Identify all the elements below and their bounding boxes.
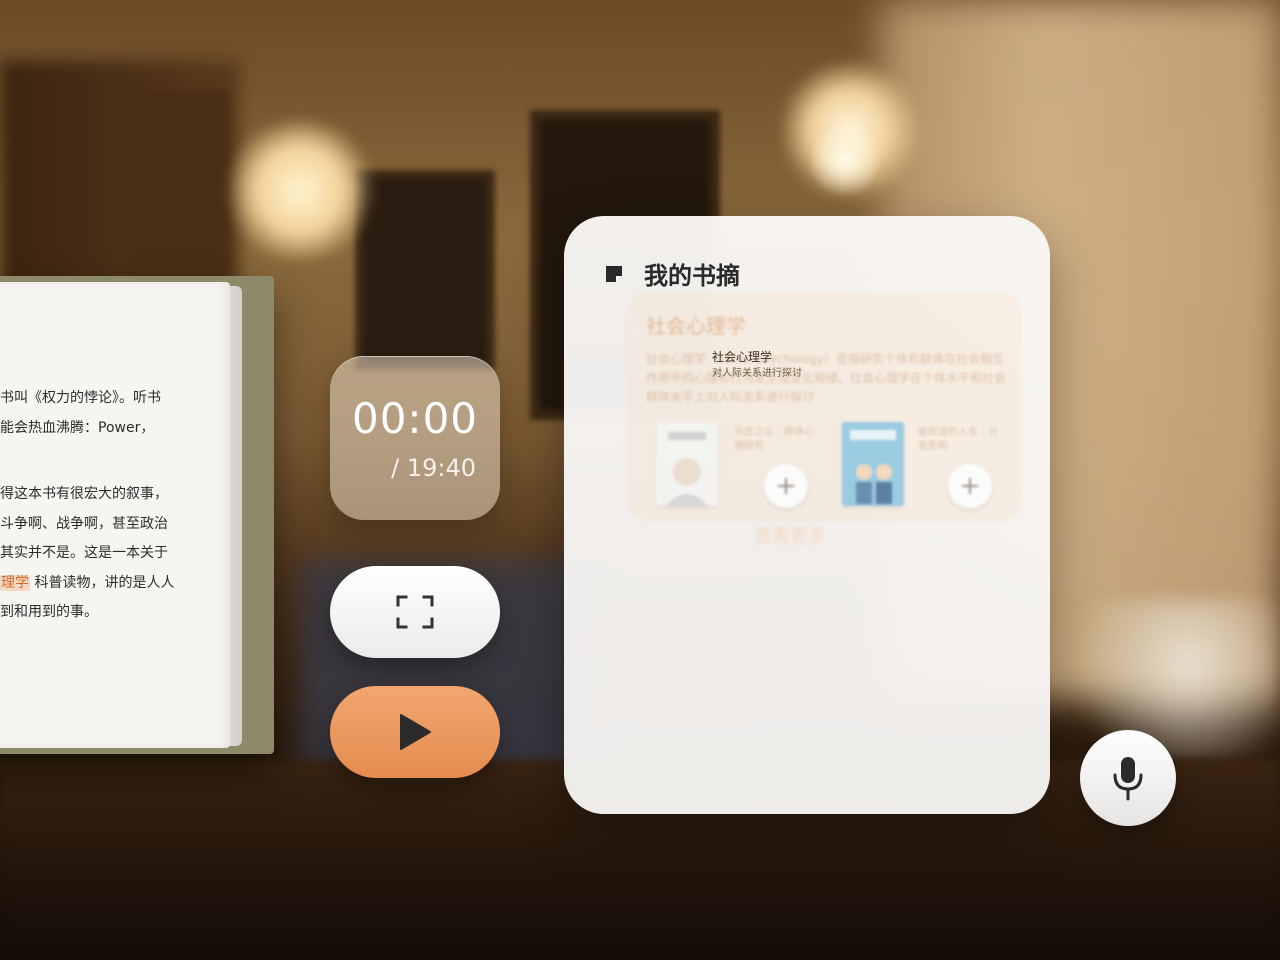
book-cover[interactable] [842,422,904,506]
note-card-title: 社会心理学 [646,314,746,338]
fullscreen-button[interactable] [330,566,500,658]
book-notes-panel: 我的书摘 社会心理学 社会心理学（social psychology）是指研究个… [564,216,1050,814]
popup-subtitle: 对人际关系进行探讨 [712,368,802,379]
book-line: 其实并不是。这是一本关于 [0,545,168,561]
popup-title: 社会心理学 [712,350,773,364]
book-panel[interactable]: 书叫《权力的悖论》。听书 能会热血沸腾：Power， 得这本书有很宏大的叙事， … [0,276,274,754]
book-text: 书叫《权力的悖论》。听书 能会热血沸腾：Power， 得这本书有很宏大的叙事， … [0,384,210,628]
add-button[interactable] [764,464,808,508]
play-icon [400,714,431,750]
book-caption: 被知道的人生｜社会影响 [918,427,998,452]
plus-icon [962,478,978,494]
book-line: 科普读物，讲的是人人 [34,574,175,591]
note-card[interactable]: 社会心理学 社会心理学（social psychology）是指研究个体和群体在… [626,292,1022,522]
book-line-highlighted: 理学 科普读物，讲的是人人 [0,569,210,599]
microphone-icon [1113,757,1143,801]
fullscreen-icon [396,595,434,629]
notes-title: 我的书摘 [644,262,740,290]
play-button[interactable] [330,686,500,778]
highlighted-term[interactable]: 理学 [0,574,30,591]
total-duration: / 19:40 [391,454,476,482]
notes-header: 我的书摘 [604,256,740,291]
book-line: 到和用到的事。 [0,604,98,620]
book-line: 能会热血沸腾：Power， [0,419,155,436]
term-popup: 社会心理学 对人际关系进行探讨 [712,350,880,380]
book-page: 书叫《权力的悖论》。听书 能会热血沸腾：Power， 得这本书有很宏大的叙事， … [0,282,230,748]
plus-icon [778,478,794,494]
book-line: 斗争啊、战争啊，甚至政治 [0,515,168,532]
more-link[interactable]: 查看更多 [754,522,826,548]
book-line: 书叫《权力的悖论》。听书 [0,390,161,406]
add-button[interactable] [948,464,992,508]
book-cover[interactable] [656,422,718,506]
note-icon [606,265,622,282]
elapsed-time: 00:00 [351,394,479,443]
playback-timer: 00:00 / 19:40 [330,356,500,520]
voice-input-button[interactable] [1080,730,1176,826]
book-caption: 乌合之众｜群体心理研究 [734,427,814,452]
book-line: 得这本书有很宏大的叙事， [0,486,168,502]
